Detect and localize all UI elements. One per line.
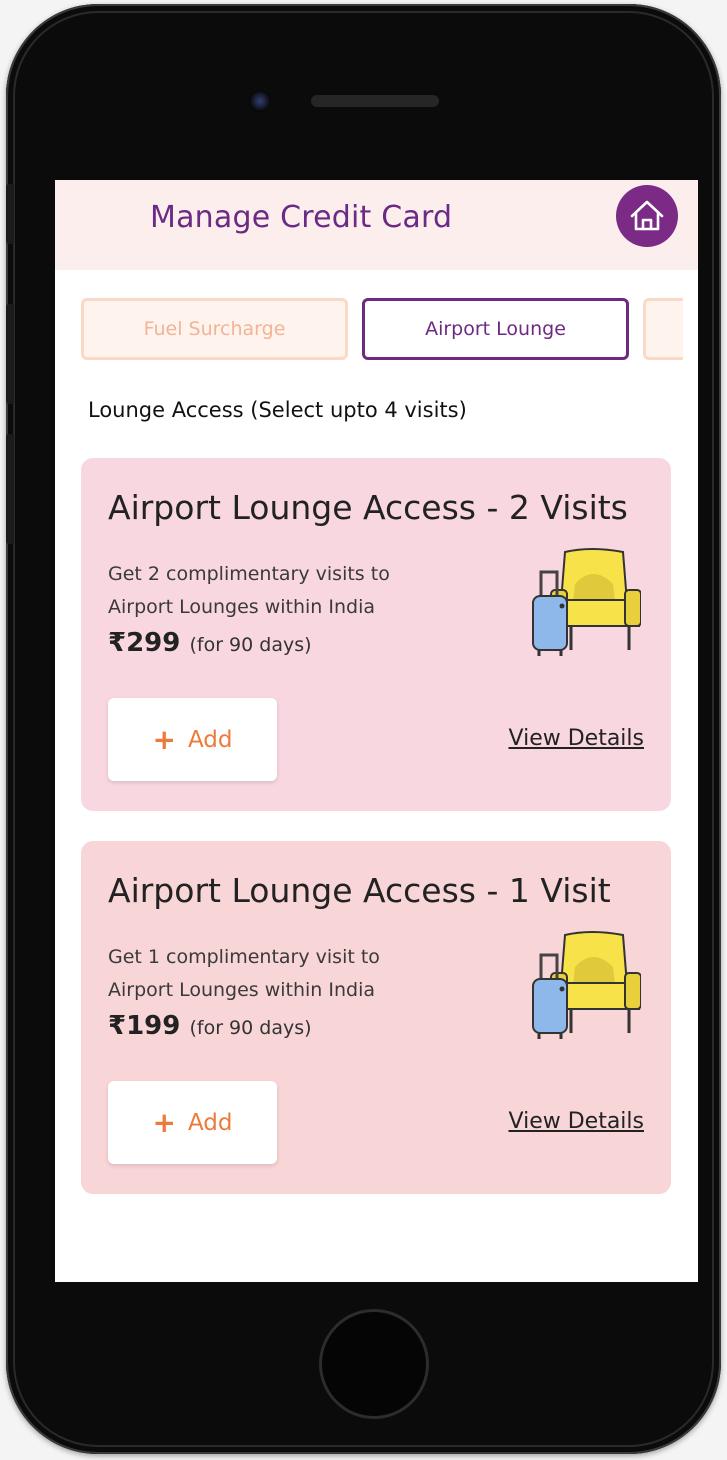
lounge-chair-luggage-icon: [532, 548, 641, 656]
add-button[interactable]: + Add: [108, 698, 277, 781]
price: ₹199: [108, 1011, 181, 1041]
lounge-offer-card: Airport Lounge Access - 1 Visit Get 1 co…: [81, 841, 671, 1194]
lounge-chair-luggage-icon: [532, 931, 641, 1039]
section-label: Lounge Access (Select upto 4 visits): [88, 398, 467, 422]
price: ₹299: [108, 628, 181, 658]
front-camera: [249, 90, 271, 112]
card-title: Airport Lounge Access - 2 Visits: [108, 488, 628, 527]
price-note: (for 90 days): [189, 1017, 312, 1039]
earpiece-speaker: [311, 95, 439, 107]
tab-airport-lounge[interactable]: Airport Lounge: [362, 298, 629, 360]
price-note: (for 90 days): [189, 634, 312, 656]
add-label: Add: [187, 1109, 233, 1136]
view-details-link[interactable]: View Details: [509, 726, 644, 751]
price-row: ₹299 (for 90 days): [108, 628, 312, 658]
view-details-link[interactable]: View Details: [509, 1109, 644, 1134]
tab-fuel-surcharge[interactable]: Fuel Surcharge: [81, 298, 348, 360]
price-row: ₹199 (for 90 days): [108, 1011, 312, 1041]
add-button[interactable]: + Add: [108, 1081, 277, 1164]
volume-up-button: [6, 304, 14, 404]
add-label: Add: [187, 726, 233, 753]
page-title: Manage Credit Card: [150, 200, 453, 235]
mute-switch: [6, 184, 14, 244]
phone-home-button[interactable]: [319, 1309, 429, 1419]
app-screen: Manage Credit Card Fuel Surcharge Airpor…: [55, 180, 698, 1282]
plus-icon: +: [152, 1106, 176, 1139]
home-button[interactable]: [616, 185, 678, 247]
card-title: Airport Lounge Access - 1 Visit: [108, 871, 611, 910]
card-description: Get 2 complimentary visits to Airport Lo…: [108, 563, 390, 618]
tab-next-partial[interactable]: [643, 298, 683, 360]
phone-frame: Manage Credit Card Fuel Surcharge Airpor…: [6, 4, 721, 1454]
lounge-offer-card: Airport Lounge Access - 2 Visits Get 2 c…: [81, 458, 671, 811]
card-description: Get 1 complimentary visit to Airport Lou…: [108, 946, 380, 1001]
app-header: Manage Credit Card: [55, 180, 698, 270]
volume-down-button: [6, 434, 14, 544]
plus-icon: +: [152, 723, 176, 756]
home-icon: [630, 200, 664, 231]
